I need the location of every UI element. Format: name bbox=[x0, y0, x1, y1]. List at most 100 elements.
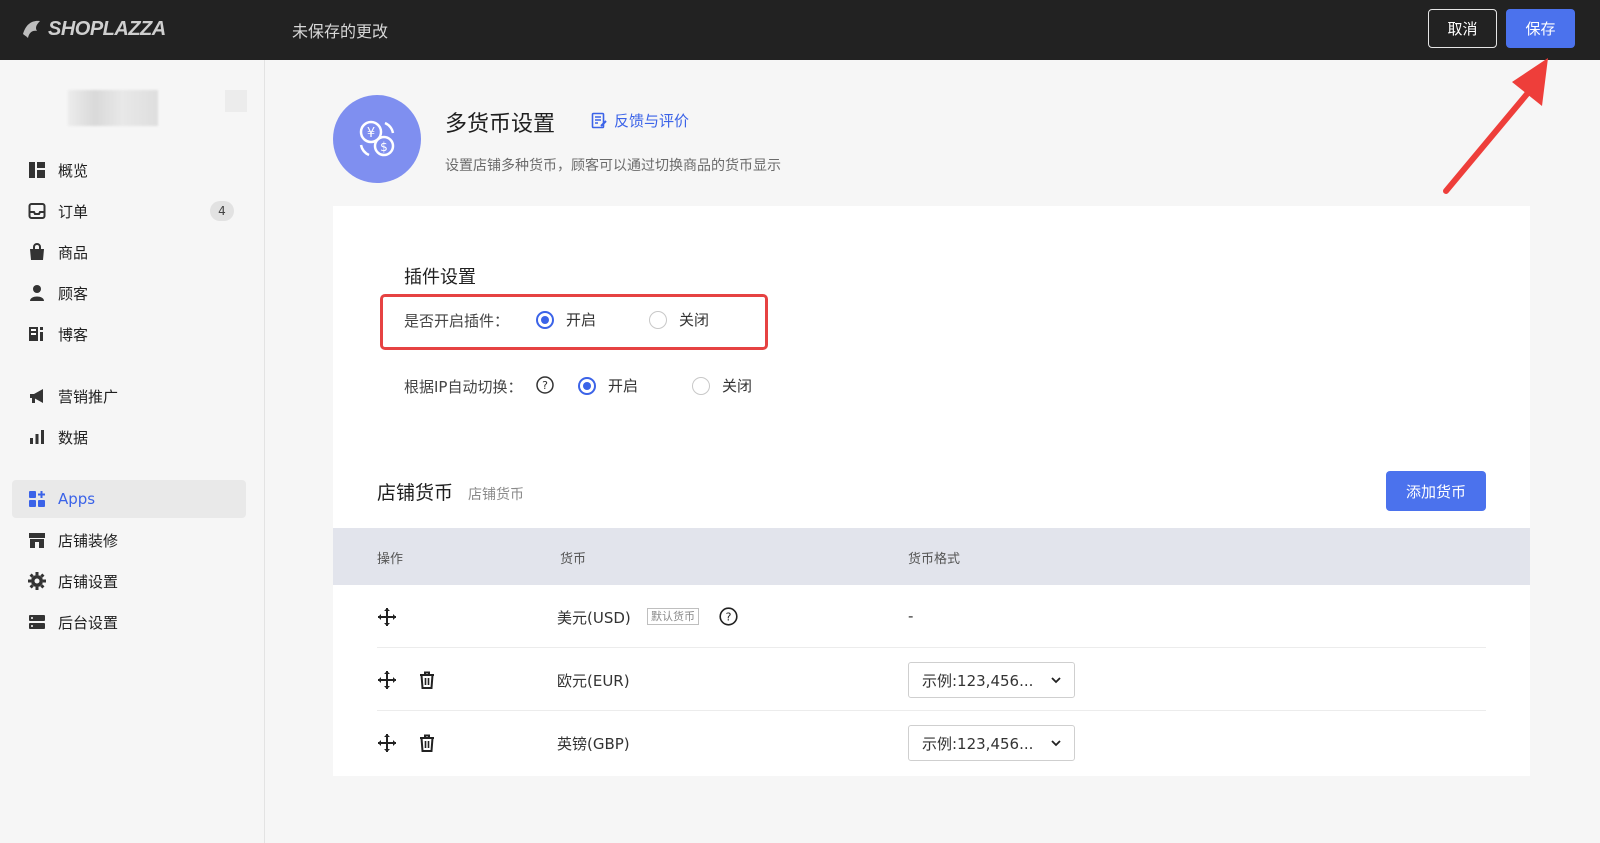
currency-exchange-icon: ¥ $ bbox=[333, 95, 421, 183]
currency-format-value: 示例:123,456... bbox=[922, 671, 1034, 690]
feedback-link[interactable]: 反馈与评价 bbox=[591, 110, 689, 131]
ip-switch-off-option[interactable]: 关闭 bbox=[692, 375, 752, 396]
drag-move-icon[interactable] bbox=[377, 670, 397, 690]
currency-name: 英镑(GBP) bbox=[557, 735, 630, 753]
enable-plugin-label: 是否开启插件： bbox=[404, 312, 510, 330]
sidebar-item-online-store[interactable]: 店铺装修 bbox=[12, 521, 246, 559]
megaphone-icon bbox=[28, 387, 46, 405]
enable-plugin-row: 是否开启插件： bbox=[404, 310, 509, 331]
chevron-down-icon bbox=[1051, 677, 1061, 684]
currency-name: 美元(USD) bbox=[557, 609, 631, 627]
sidebar-item-blog[interactable]: 博客 bbox=[12, 315, 246, 353]
sidebar-item-products[interactable]: 商品 bbox=[12, 233, 246, 271]
page-title: 多货币设置 bbox=[445, 112, 556, 137]
sidebar-item-label: Apps bbox=[58, 490, 96, 508]
currency-format-select[interactable]: 示例:123,456... bbox=[908, 662, 1075, 698]
sidebar-item-label: 博客 bbox=[58, 325, 89, 344]
trash-icon[interactable] bbox=[417, 733, 437, 753]
blurred-store-name bbox=[68, 90, 158, 126]
trash-icon[interactable] bbox=[417, 670, 437, 690]
enable-plugin-on-option[interactable]: 开启 bbox=[536, 309, 596, 330]
currency-name: 欧元(EUR) bbox=[557, 672, 630, 690]
enable-plugin-off-option[interactable]: 关闭 bbox=[649, 309, 709, 330]
settings-card: 插件设置 是否开启插件： 开启 关闭 根据IP自动切换： ? 开启 关闭 店铺货… bbox=[333, 206, 1530, 776]
sidebar-item-label: 店铺设置 bbox=[58, 572, 119, 591]
server-icon bbox=[28, 613, 46, 631]
orders-count-badge: 4 bbox=[210, 201, 234, 221]
svg-text:?: ? bbox=[726, 611, 732, 624]
drag-move-icon[interactable] bbox=[377, 733, 397, 753]
drag-move-icon[interactable] bbox=[377, 607, 397, 627]
svg-text:?: ? bbox=[542, 379, 548, 392]
bag-icon bbox=[28, 243, 46, 261]
ip-switch-row: 根据IP自动切换： bbox=[404, 376, 522, 397]
inbox-icon bbox=[28, 202, 46, 220]
page-description: 设置店铺多种货币，顾客可以通过切换商品的货币显示 bbox=[445, 158, 781, 174]
currency-format-select[interactable]: 示例:123,456... bbox=[908, 725, 1075, 761]
edit-note-icon bbox=[591, 112, 607, 129]
sidebar-item-customers[interactable]: 顾客 bbox=[12, 274, 246, 312]
bar-chart-icon bbox=[28, 428, 46, 446]
sidebar-item-admin-settings[interactable]: 后台设置 bbox=[12, 603, 246, 641]
default-currency-tag: 默认货币 bbox=[647, 608, 699, 625]
store-name-blurred[interactable] bbox=[20, 88, 250, 128]
svg-text:$: $ bbox=[380, 140, 388, 154]
sidebar-item-overview[interactable]: 概览 bbox=[12, 151, 246, 189]
sidebar-item-orders[interactable]: 订单 4 bbox=[12, 192, 246, 230]
sidebar-item-label: 后台设置 bbox=[58, 613, 119, 632]
storefront-icon bbox=[28, 531, 46, 549]
currency-format-empty: - bbox=[908, 607, 914, 625]
blurred-store-avatar bbox=[225, 90, 247, 112]
radio-option-label: 关闭 bbox=[722, 377, 753, 395]
sidebar-item-label: 概览 bbox=[58, 161, 89, 180]
logo-icon bbox=[23, 20, 40, 38]
currency-format-value: 示例:123,456... bbox=[922, 734, 1034, 753]
table-row: 美元(USD) 默认货币 ? - bbox=[377, 585, 1486, 648]
radio-option-label: 开启 bbox=[608, 377, 639, 395]
apps-icon bbox=[28, 490, 46, 508]
sidebar-item-marketing[interactable]: 营销推广 bbox=[12, 377, 246, 415]
unsaved-changes-label: 未保存的更改 bbox=[292, 22, 389, 41]
sidebar-item-label: 营销推广 bbox=[58, 387, 119, 406]
radio-checked-icon[interactable] bbox=[578, 376, 596, 395]
ip-switch-label: 根据IP自动切换： bbox=[404, 378, 523, 396]
sidebar-item-analytics[interactable]: 数据 bbox=[12, 418, 246, 456]
radio-checked-icon[interactable] bbox=[536, 310, 554, 329]
blog-icon bbox=[28, 325, 46, 343]
dashboard-icon bbox=[28, 161, 46, 179]
sidebar-item-label: 数据 bbox=[58, 428, 89, 447]
add-currency-button[interactable]: 添加货币 bbox=[1386, 471, 1486, 511]
store-currency-title: 店铺货币 bbox=[377, 482, 454, 504]
table-row: 英镑(GBP) 示例:123,456... bbox=[377, 711, 1486, 774]
table-header: 操作 货币 货币格式 bbox=[333, 528, 1530, 585]
sidebar-item-label: 顾客 bbox=[58, 284, 89, 303]
person-icon bbox=[28, 284, 46, 302]
radio-option-label: 关闭 bbox=[679, 311, 710, 329]
sidebar-item-store-settings[interactable]: 店铺设置 bbox=[12, 562, 246, 600]
annotation-arrow bbox=[1443, 58, 1548, 194]
column-header-format: 货币格式 bbox=[908, 552, 961, 567]
question-icon[interactable]: ? bbox=[536, 376, 554, 394]
column-header-currency: 货币 bbox=[560, 552, 587, 567]
table-row: 欧元(EUR) 示例:123,456... bbox=[377, 648, 1486, 711]
svg-text:¥: ¥ bbox=[367, 126, 375, 141]
sidebar-item-label: 订单 bbox=[58, 202, 89, 221]
ip-switch-on-option[interactable]: 开启 bbox=[578, 375, 638, 396]
question-icon[interactable]: ? bbox=[719, 607, 738, 626]
shoplazza-logo[interactable]: SHOPLAZZA bbox=[20, 14, 166, 44]
sidebar-item-apps[interactable]: Apps bbox=[12, 480, 246, 518]
radio-unchecked-icon[interactable] bbox=[692, 376, 710, 395]
cancel-button[interactable]: 取消 bbox=[1428, 9, 1497, 48]
feedback-label: 反馈与评价 bbox=[614, 112, 690, 130]
column-header-actions: 操作 bbox=[377, 552, 404, 567]
sidebar-item-label: 商品 bbox=[58, 243, 89, 262]
plugin-settings-title: 插件设置 bbox=[404, 267, 476, 288]
sidebar: 概览 订单 4 商品 顾客 博客 营销推广 数据 Apps 店铺装修 店铺设置 … bbox=[0, 60, 265, 843]
top-bar: SHOPLAZZA 未保存的更改 取消 保存 bbox=[0, 0, 1600, 60]
logo-text: SHOPLAZZA bbox=[48, 17, 166, 40]
radio-option-label: 开启 bbox=[566, 311, 597, 329]
sidebar-item-label: 店铺装修 bbox=[58, 531, 119, 550]
radio-unchecked-icon[interactable] bbox=[649, 310, 667, 329]
save-button[interactable]: 保存 bbox=[1506, 9, 1575, 48]
chevron-down-icon bbox=[1051, 740, 1061, 747]
